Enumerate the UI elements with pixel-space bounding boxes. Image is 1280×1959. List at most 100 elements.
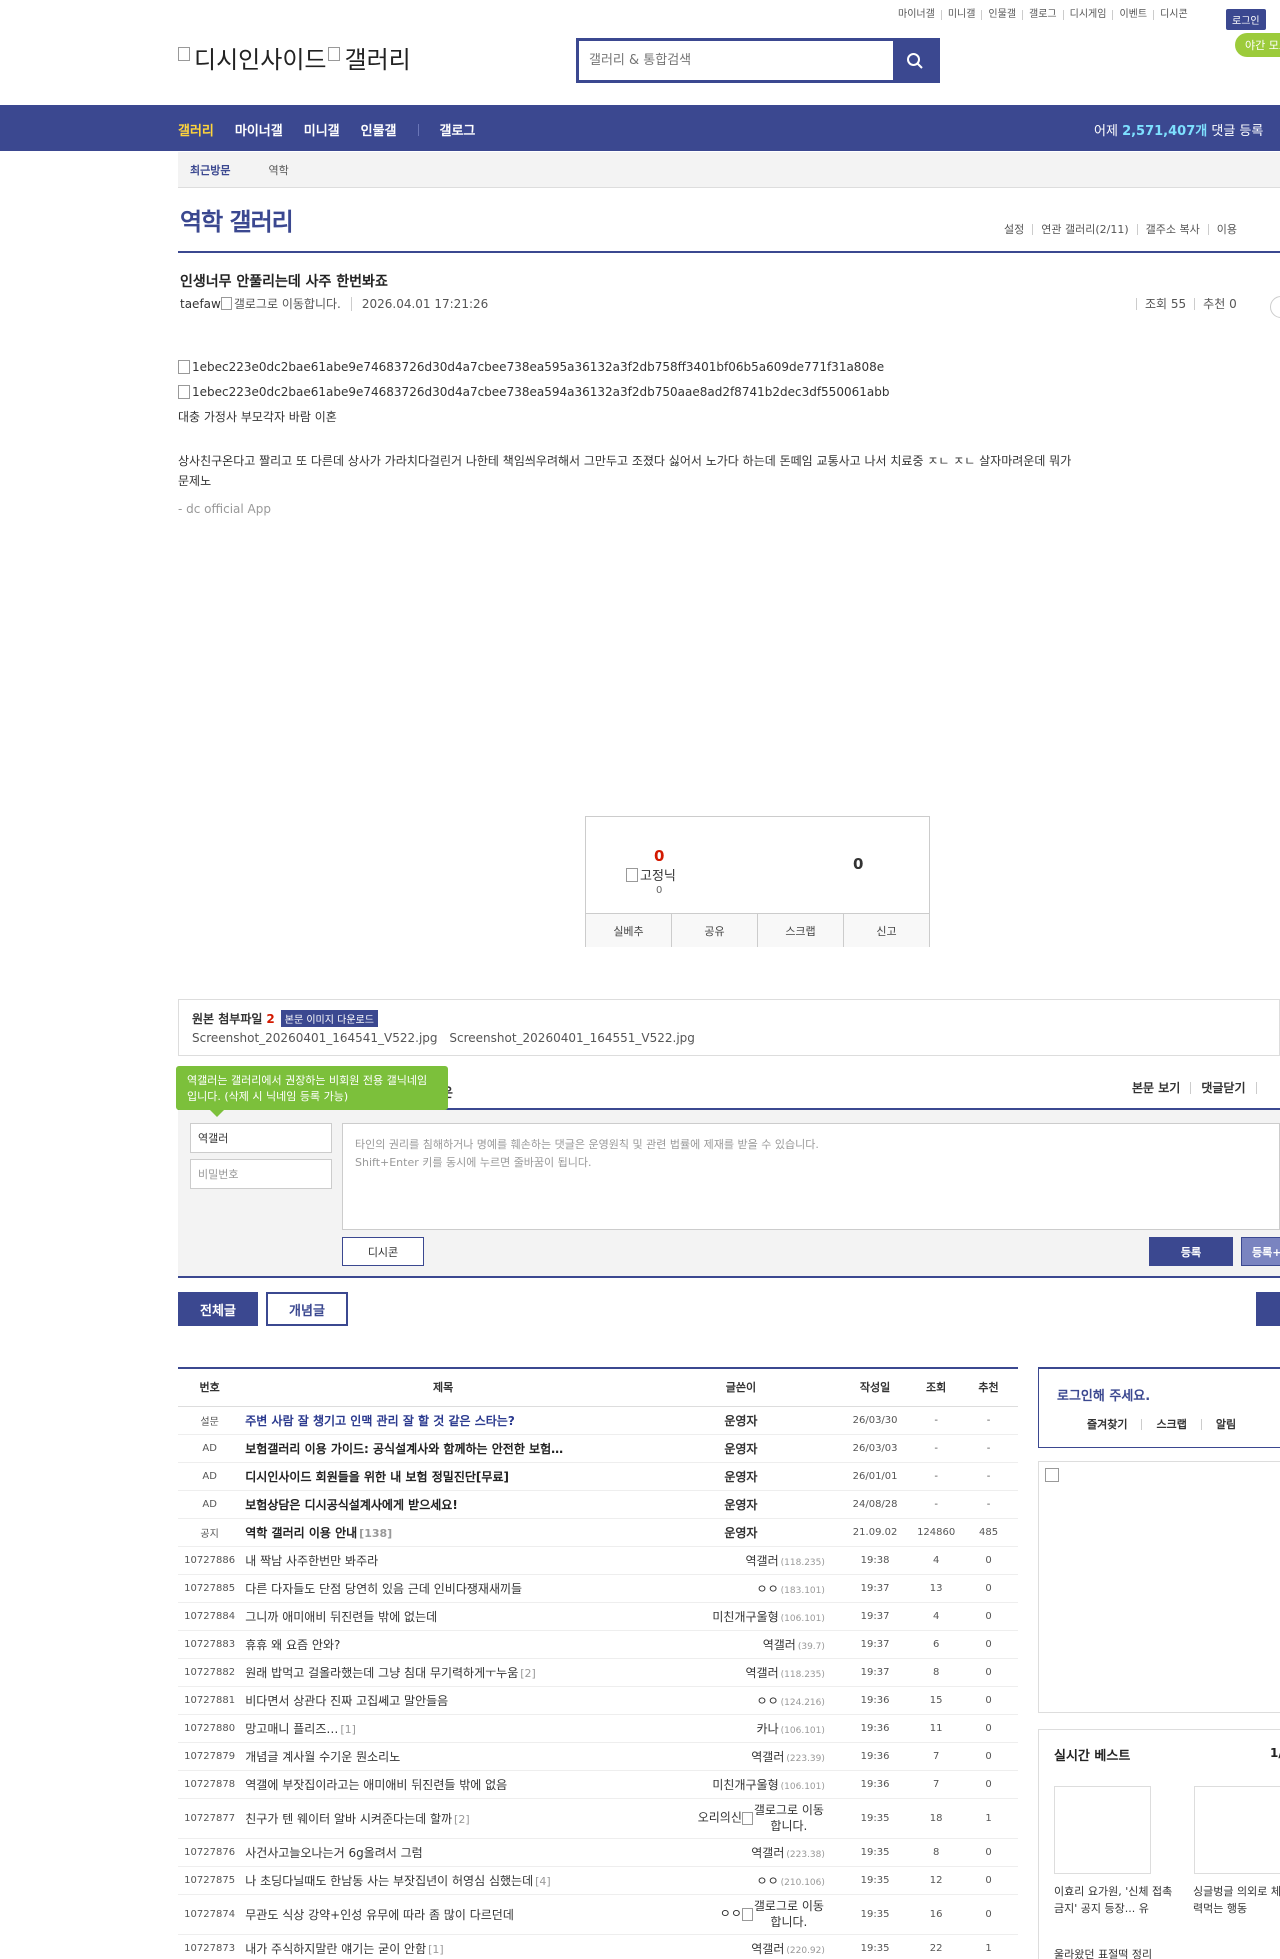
- comment-submit-button[interactable]: 등록: [1149, 1237, 1233, 1266]
- row-subject[interactable]: 다른 다자들도 단점 당연히 있음 근데 인비다쟁재새끼들: [241, 1574, 645, 1603]
- row-writer[interactable]: ㅇㅇ 갤로그로 이동합니다.: [644, 1894, 837, 1935]
- table-row[interactable]: 10727874 무관도 식상 강약+인성 유무에 따라 좀 많이 다르던데 ㅇㅇ 갤…: [178, 1894, 1018, 1935]
- recent-visit-item[interactable]: 역학: [268, 162, 288, 178]
- row-subject-text[interactable]: 친구가 텐 웨이터 알바 시켜준다는데 할까: [245, 1812, 452, 1826]
- reply-count[interactable]: [1]: [428, 1943, 444, 1956]
- row-writer[interactable]: 운영자: [644, 1462, 837, 1491]
- row-writer[interactable]: 운영자: [644, 1490, 837, 1519]
- notice-row[interactable]: AD 디시인사이드 회원들을 위한 내 보험 정밀진단[무료] 운영자 26/01/0…: [178, 1462, 1018, 1491]
- row-subject[interactable]: 내가 주식하지말란 얘기는 굳이 안함 [1]: [241, 1934, 645, 1959]
- notice-row[interactable]: AD 보험갤러리 이용 가이드: 공식설계사와 함께하는 안전한 보험… 운영자 26…: [178, 1434, 1018, 1463]
- row-subject-text[interactable]: 원래 밥먹고 걸올라했는데 그냥 침대 무기력하게ㅜ누움: [245, 1666, 518, 1680]
- row-writer[interactable]: 역갤러 (223.39): [644, 1742, 837, 1771]
- row-subject[interactable]: 내 짝남 사주한번만 봐주라: [241, 1546, 645, 1575]
- writer-nick[interactable]: ㅇㅇ: [757, 1694, 779, 1708]
- gallog-link[interactable]: 갤로그로 이동합니다.: [753, 1802, 825, 1834]
- row-writer[interactable]: 미친개구울형 (106.101): [644, 1602, 837, 1631]
- write-button[interactable]: [1256, 1292, 1280, 1326]
- row-subject[interactable]: 망고매니 플리즈… [1]: [241, 1714, 645, 1743]
- util-link-person[interactable]: 인물갤: [981, 10, 1022, 20]
- row-subject-text[interactable]: 사건사고늘오나는거 6g올려서 그럼: [245, 1846, 422, 1860]
- usage-link[interactable]: 이용: [1207, 224, 1245, 235]
- row-writer[interactable]: 카나 (106.101): [644, 1714, 837, 1743]
- fixed-nick-recommend[interactable]: 고정닉: [626, 865, 676, 884]
- row-subject[interactable]: 디시인사이드 회원들을 위한 내 보험 정밀진단[무료]: [241, 1462, 645, 1491]
- util-link-gallog[interactable]: 갤로그: [1022, 10, 1063, 20]
- related-gallery-link[interactable]: 연관 갤러리(2/11): [1032, 224, 1136, 235]
- row-subject-text[interactable]: 역갤에 부잣집이라고는 애미애비 뒤진련들 밖에 없음: [245, 1778, 507, 1792]
- row-subject-text[interactable]: 내가 주식하지말란 얘기는 굳이 안함: [245, 1942, 426, 1956]
- share-button[interactable]: 공유: [671, 914, 757, 947]
- writer-nick[interactable]: 역갤러: [751, 1846, 784, 1860]
- row-subject[interactable]: 그니까 애미애비 뒤진련들 밖에 없는데: [241, 1602, 645, 1631]
- dccon-button[interactable]: 디시콘: [342, 1237, 424, 1266]
- writer-nick[interactable]: 오리의신: [698, 1811, 742, 1825]
- table-row[interactable]: 10727880 망고매니 플리즈… [1] 카나 (106.101) 19:36 11 0: [178, 1714, 1018, 1743]
- writer-nick[interactable]: 카나: [757, 1722, 779, 1736]
- post-image-2[interactable]: 1ebec223e0dc2bae61abe9e74683726d30d4a7cb…: [178, 385, 889, 399]
- download-images-button[interactable]: 본문 이미지 다운로드: [280, 1010, 378, 1027]
- post-image-1[interactable]: 1ebec223e0dc2bae61abe9e74683726d30d4a7cb…: [178, 360, 884, 374]
- copy-gallery-url-link[interactable]: 갤주소 복사: [1136, 224, 1208, 235]
- reply-count[interactable]: [4]: [535, 1875, 551, 1888]
- writer-nick[interactable]: ㅇㅇ: [757, 1874, 779, 1888]
- post-options-button[interactable]: [1270, 296, 1280, 318]
- table-row[interactable]: 10727883 휴휴 왜 요즘 안와? 역갤러 (39.7) 19:37 6 0: [178, 1630, 1018, 1659]
- table-row[interactable]: 10727875 나 초딩다닐때도 한남동 사는 부잣집년이 허영심 심했는데 [4…: [178, 1866, 1018, 1895]
- row-subject-text[interactable]: 망고매니 플리즈…: [245, 1722, 338, 1736]
- post-author[interactable]: taefaw: [180, 297, 221, 311]
- writer-nick[interactable]: 역갤러: [751, 1942, 784, 1956]
- search-button[interactable]: [893, 41, 937, 80]
- nav-person-gallery[interactable]: 인물갤: [361, 120, 397, 139]
- row-subject[interactable]: 주변 사람 잘 챙기고 인맥 관리 잘 할 것 같은 스타는?: [241, 1406, 645, 1435]
- notice-row[interactable]: 설문 주변 사람 잘 챙기고 인맥 관리 잘 할 것 같은 스타는? 운영자 26/0…: [178, 1406, 1018, 1435]
- nickname-input[interactable]: 역갤러: [190, 1123, 332, 1153]
- comment-textarea[interactable]: 타인의 권리를 침해하거나 명예를 훼손하는 댓글은 운영원칙 및 관련 법률에…: [342, 1123, 1280, 1230]
- row-subject-text[interactable]: 주변 사람 잘 챙기고 인맥 관리 잘 할 것 같은 스타는?: [245, 1414, 515, 1428]
- util-link-dcgame[interactable]: 디시게임: [1062, 10, 1113, 20]
- row-writer[interactable]: 역갤러 (220.92): [644, 1934, 837, 1959]
- writer-nick[interactable]: 미친개구울형: [712, 1610, 778, 1624]
- writer-nick[interactable]: 역갤러: [746, 1666, 779, 1680]
- writer-nick[interactable]: ㅇㅇ: [757, 1582, 779, 1596]
- reply-count[interactable]: [2]: [520, 1667, 536, 1680]
- table-row[interactable]: 10727878 역갤에 부잣집이라고는 애미애비 뒤진련들 밖에 없음 미친개구울…: [178, 1770, 1018, 1799]
- table-row[interactable]: 10727881 비다면서 상관다 진짜 고집쎄고 말안들음 ㅇㅇ (124.216)…: [178, 1686, 1018, 1715]
- table-row[interactable]: 10727884 그니까 애미애비 뒤진련들 밖에 없는데 미친개구울형 (106.1…: [178, 1602, 1018, 1631]
- notifications-link[interactable]: 알림: [1200, 1419, 1250, 1430]
- row-writer[interactable]: 역갤러 (223.38): [644, 1838, 837, 1867]
- writer-nick[interactable]: 역갤러: [751, 1750, 784, 1764]
- refresh-comments-link[interactable]: [1255, 1082, 1277, 1094]
- row-subject-text[interactable]: 개념글 계사월 수기운 뭔소리노: [245, 1750, 400, 1764]
- gallery-title[interactable]: 역학 갤러리: [180, 202, 294, 237]
- row-subject[interactable]: 보험갤러리 이용 가이드: 공식설계사와 함께하는 안전한 보험…: [241, 1434, 645, 1463]
- row-subject-text[interactable]: 다른 다자들도 단점 당연히 있음 근데 인비다쟁재새끼들: [245, 1582, 522, 1596]
- row-subject[interactable]: 사건사고늘오나는거 6g올려서 그럼: [241, 1838, 645, 1867]
- writer-nick[interactable]: ㅇㅇ: [720, 1907, 742, 1921]
- row-writer[interactable]: 역갤러 (39.7): [644, 1630, 837, 1659]
- row-writer[interactable]: 미친개구울형 (106.101): [644, 1770, 837, 1799]
- row-subject[interactable]: 휴휴 왜 요즘 안와?: [241, 1630, 645, 1659]
- row-subject[interactable]: 나 초딩다닐때도 한남동 사는 부잣집년이 허영심 심했는데 [4]: [241, 1866, 645, 1895]
- row-subject[interactable]: 보험상담은 디시공식설계사에게 받으세요!: [241, 1490, 645, 1519]
- best-caption[interactable]: 이효리 요가원, '신체 접촉 금지' 공지 등장... 유: [1054, 1883, 1182, 1917]
- table-row[interactable]: 10727886 내 짝남 사주한번만 봐주라 역갤러 (118.235) 19:38 4…: [178, 1546, 1018, 1575]
- row-subject[interactable]: 친구가 텐 웨이터 알바 시켜준다는데 할까 [2]: [241, 1798, 645, 1839]
- table-row[interactable]: 10727885 다른 다자들도 단점 당연히 있음 근데 인비다쟁재새끼들 ㅇㅇ(…: [178, 1574, 1018, 1603]
- row-writer[interactable]: 운영자: [644, 1406, 837, 1435]
- table-row[interactable]: 10727873 내가 주식하지말란 얘기는 굳이 안함 [1] 역갤러 (220.92…: [178, 1934, 1018, 1959]
- gallery-settings-link[interactable]: 설정: [996, 224, 1032, 235]
- nav-gallog[interactable]: 갤로그: [440, 120, 476, 139]
- gallog-link[interactable]: 갤로그로 이동합니다.: [753, 1898, 825, 1930]
- best-thumbnail[interactable]: [1194, 1786, 1280, 1874]
- comment-submit-recommend-button[interactable]: 등록+: [1241, 1237, 1280, 1266]
- table-row[interactable]: 10727882 원래 밥먹고 걸올라했는데 그냥 침대 무기력하게ㅜ누움 [2] 역…: [178, 1658, 1018, 1687]
- nav-minor-gallery[interactable]: 마이너갤: [235, 120, 283, 139]
- scrap-link[interactable]: 스크랩: [1141, 1419, 1200, 1430]
- password-input[interactable]: 비밀번호: [190, 1159, 332, 1189]
- row-subject[interactable]: 무관도 식상 강약+인성 유무에 따라 좀 많이 다르던데: [241, 1894, 645, 1935]
- table-row[interactable]: 10727877 친구가 텐 웨이터 알바 시켜준다는데 할까 [2] 오리의신 갤로그…: [178, 1798, 1018, 1839]
- recommend-down-count[interactable]: 0: [853, 855, 863, 873]
- row-subject[interactable]: 비다면서 상관다 진짜 고집쎄고 말안들음: [241, 1686, 645, 1715]
- writer-nick[interactable]: 역갤러: [746, 1554, 779, 1568]
